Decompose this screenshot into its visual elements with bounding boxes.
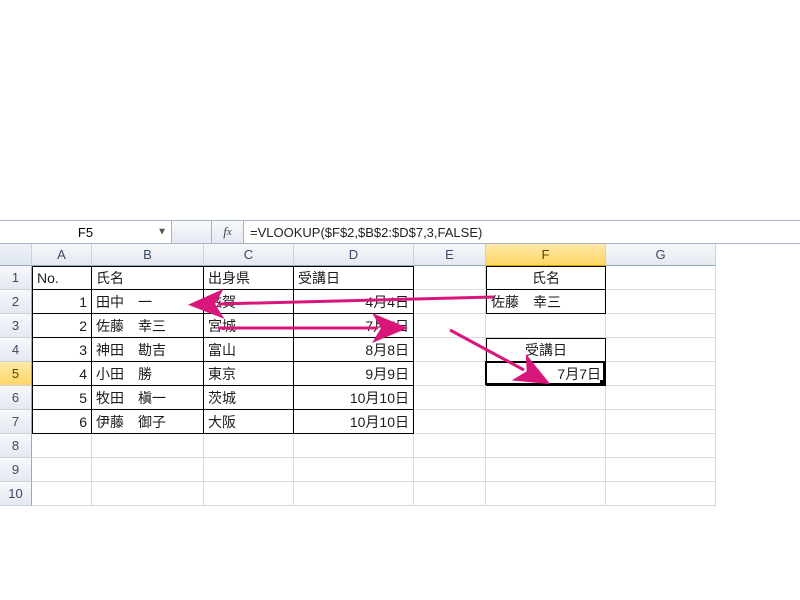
cell[interactable]: 10月10日 (294, 386, 414, 410)
cell[interactable] (606, 386, 716, 410)
cell[interactable] (92, 434, 204, 458)
cell[interactable]: 佐藤 幸三 (486, 290, 606, 314)
row-header[interactable]: 3 (0, 314, 32, 338)
blank-area (0, 0, 800, 220)
cell[interactable]: 4月4日 (294, 290, 414, 314)
row-header[interactable]: 4 (0, 338, 32, 362)
name-box-value: F5 (78, 225, 93, 240)
cell[interactable]: 滋賀 (204, 290, 294, 314)
cell[interactable] (414, 434, 486, 458)
cell[interactable] (606, 362, 716, 386)
cell[interactable] (486, 386, 606, 410)
formula-text: =VLOOKUP($F$2,$B$2:$D$7,3,FALSE) (250, 225, 482, 240)
cell[interactable] (486, 410, 606, 434)
chevron-down-icon[interactable]: ▼ (157, 227, 167, 238)
row-header[interactable]: 6 (0, 386, 32, 410)
row-header[interactable]: 1 (0, 266, 32, 290)
cell[interactable] (294, 434, 414, 458)
cell[interactable]: 9月9日 (294, 362, 414, 386)
cell[interactable] (606, 410, 716, 434)
fx-icon[interactable]: fx (212, 221, 244, 243)
cell[interactable]: 氏名 (92, 266, 204, 290)
cell[interactable]: 8月8日 (294, 338, 414, 362)
cell[interactable]: 伊藤 御子 (92, 410, 204, 434)
col-header-E[interactable]: E (414, 244, 486, 266)
cell[interactable]: 6 (32, 410, 92, 434)
spreadsheet-grid[interactable]: A B C D E F G 1 No. 氏名 出身県 受講日 氏名 2 1 田中… (0, 244, 800, 506)
cell[interactable] (414, 482, 486, 506)
cell[interactable] (204, 458, 294, 482)
cell[interactable] (204, 434, 294, 458)
cell[interactable] (414, 410, 486, 434)
col-header-C[interactable]: C (204, 244, 294, 266)
cell[interactable] (204, 482, 294, 506)
cell[interactable]: 牧田 槇一 (92, 386, 204, 410)
cell[interactable] (414, 290, 486, 314)
cell[interactable] (294, 458, 414, 482)
select-all-corner[interactable] (0, 244, 32, 266)
cell[interactable]: 佐藤 幸三 (92, 314, 204, 338)
cell[interactable] (486, 482, 606, 506)
cell[interactable] (606, 290, 716, 314)
cell[interactable]: 富山 (204, 338, 294, 362)
cell[interactable]: 2 (32, 314, 92, 338)
col-header-F[interactable]: F (486, 244, 606, 266)
cell[interactable]: 小田 勝 (92, 362, 204, 386)
cell[interactable] (32, 458, 92, 482)
row-header[interactable]: 9 (0, 458, 32, 482)
cell[interactable]: 受講日 (294, 266, 414, 290)
row-header[interactable]: 10 (0, 482, 32, 506)
cell[interactable]: 茨城 (204, 386, 294, 410)
cell[interactable] (414, 362, 486, 386)
cell[interactable] (32, 482, 92, 506)
cell[interactable] (606, 434, 716, 458)
cell[interactable]: 東京 (204, 362, 294, 386)
cell[interactable] (486, 314, 606, 338)
row-header[interactable]: 2 (0, 290, 32, 314)
cell[interactable] (92, 482, 204, 506)
cell[interactable] (486, 434, 606, 458)
cell[interactable] (92, 458, 204, 482)
cell[interactable]: 氏名 (486, 266, 606, 290)
cell[interactable]: No. (32, 266, 92, 290)
cell[interactable]: 神田 勘吉 (92, 338, 204, 362)
cell[interactable]: 出身県 (204, 266, 294, 290)
row-header[interactable]: 7 (0, 410, 32, 434)
row-header[interactable]: 8 (0, 434, 32, 458)
formula-input[interactable]: =VLOOKUP($F$2,$B$2:$D$7,3,FALSE) (244, 221, 800, 243)
cell[interactable]: 1 (32, 290, 92, 314)
cell[interactable]: 宮城 (204, 314, 294, 338)
cell[interactable] (606, 458, 716, 482)
cell[interactable] (486, 458, 606, 482)
cell[interactable] (606, 266, 716, 290)
name-box[interactable]: F5 ▼ (0, 221, 172, 243)
cell-active[interactable]: 7月7日 (486, 362, 606, 386)
cell[interactable]: 5 (32, 386, 92, 410)
cell[interactable]: 田中 一 (92, 290, 204, 314)
cell[interactable] (414, 338, 486, 362)
cell[interactable] (414, 458, 486, 482)
cell[interactable] (606, 482, 716, 506)
col-header-B[interactable]: B (92, 244, 204, 266)
cell[interactable]: 受講日 (486, 338, 606, 362)
cell[interactable] (414, 314, 486, 338)
cell[interactable]: 3 (32, 338, 92, 362)
cell[interactable] (32, 434, 92, 458)
cell[interactable] (606, 338, 716, 362)
cell[interactable] (294, 482, 414, 506)
col-header-D[interactable]: D (294, 244, 414, 266)
cell[interactable]: 4 (32, 362, 92, 386)
cell[interactable]: 7月7日 (294, 314, 414, 338)
bar-gap (172, 221, 212, 243)
cell[interactable] (414, 386, 486, 410)
row-header[interactable]: 5 (0, 362, 32, 386)
cell[interactable] (414, 266, 486, 290)
cell[interactable] (606, 314, 716, 338)
cell[interactable]: 10月10日 (294, 410, 414, 434)
formula-bar: F5 ▼ fx =VLOOKUP($F$2,$B$2:$D$7,3,FALSE) (0, 220, 800, 244)
col-header-G[interactable]: G (606, 244, 716, 266)
cell[interactable]: 大阪 (204, 410, 294, 434)
col-header-A[interactable]: A (32, 244, 92, 266)
